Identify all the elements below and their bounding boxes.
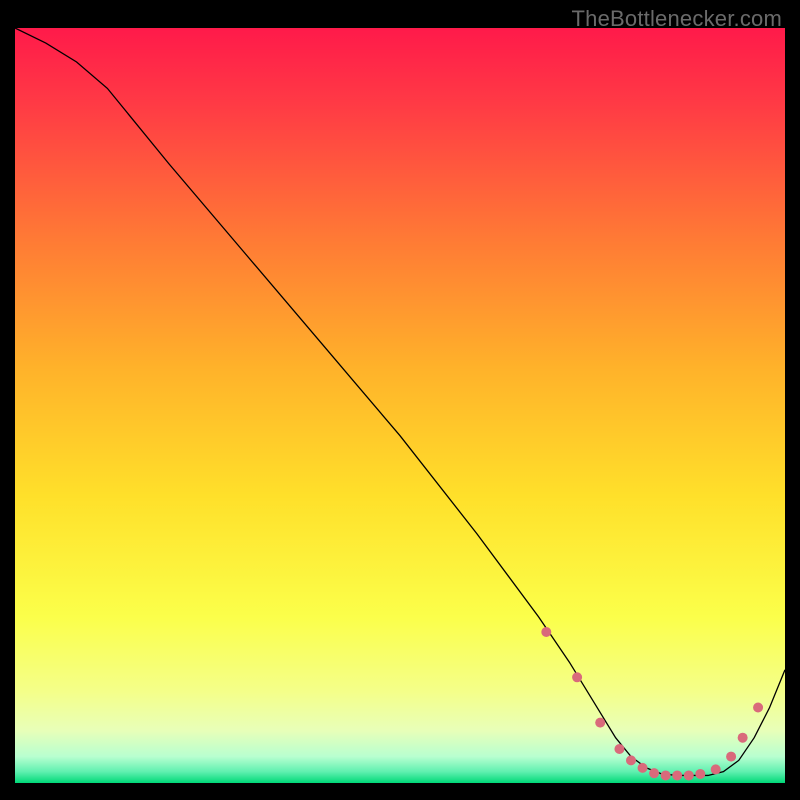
marker-dot xyxy=(595,718,605,728)
marker-dot xyxy=(711,764,721,774)
marker-dot xyxy=(638,763,648,773)
marker-dot xyxy=(753,703,763,713)
marker-dot xyxy=(726,752,736,762)
marker-dot xyxy=(738,733,748,743)
marker-dot xyxy=(626,755,636,765)
marker-dot xyxy=(572,672,582,682)
chart-plot-area xyxy=(15,28,785,783)
chart-svg xyxy=(15,28,785,783)
marker-dot xyxy=(649,768,659,778)
marker-dot xyxy=(614,744,624,754)
gradient-background xyxy=(15,28,785,783)
marker-dot xyxy=(684,770,694,780)
marker-dot xyxy=(541,627,551,637)
watermark-text: TheBottlenecker.com xyxy=(572,6,782,32)
marker-dot xyxy=(661,770,671,780)
marker-dot xyxy=(695,769,705,779)
marker-dot xyxy=(672,770,682,780)
